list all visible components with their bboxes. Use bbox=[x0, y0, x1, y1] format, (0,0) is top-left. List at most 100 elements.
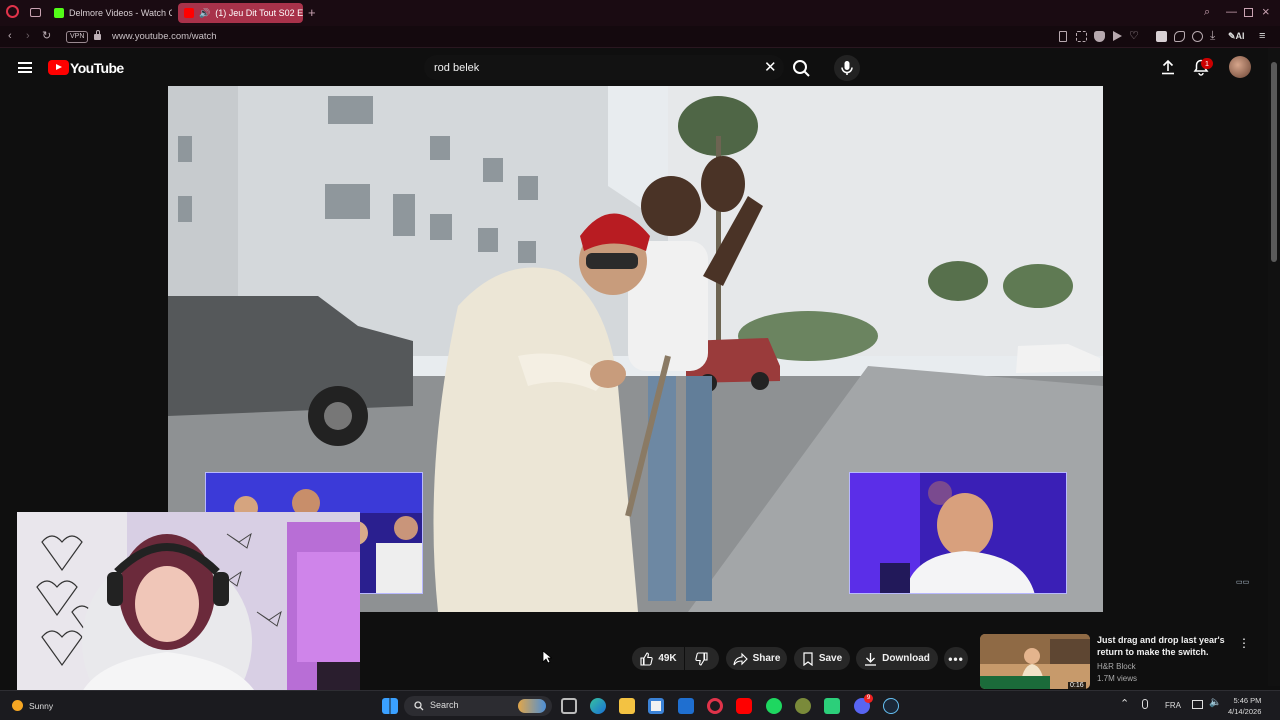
windows-start-icon[interactable] bbox=[382, 698, 398, 714]
weather-widget[interactable]: Sunny bbox=[12, 700, 53, 711]
taskbar-search-box[interactable] bbox=[404, 696, 552, 716]
download-arrow-icon bbox=[865, 652, 877, 666]
plus-icon[interactable]: + bbox=[308, 5, 316, 20]
maximize-icon[interactable] bbox=[1244, 8, 1253, 17]
hamburger-menu-icon[interactable] bbox=[18, 62, 32, 73]
forward-icon[interactable]: › bbox=[26, 30, 30, 42]
kick-favicon-icon bbox=[54, 8, 64, 18]
recommended-channel[interactable]: H&R Block bbox=[1097, 662, 1136, 671]
weather-label: Sunny bbox=[29, 700, 54, 711]
more-actions-button[interactable]: ••• bbox=[944, 647, 968, 670]
ai-button[interactable]: ✎AI bbox=[1228, 31, 1245, 42]
opera-logo-icon[interactable] bbox=[6, 5, 19, 18]
microphone-icon bbox=[841, 61, 853, 75]
ai-label: AI bbox=[1235, 31, 1245, 41]
workspaces-icon[interactable] bbox=[30, 8, 41, 17]
webcam-image bbox=[17, 512, 360, 705]
search-box[interactable]: ✕ bbox=[424, 55, 784, 80]
microphone-tray-icon[interactable] bbox=[1142, 699, 1148, 709]
profile-icon[interactable] bbox=[1192, 31, 1203, 42]
download-icon[interactable]: ⤓ bbox=[1210, 28, 1215, 43]
upload-icon bbox=[1162, 59, 1174, 75]
tab-label: (1) Jeu Dit Tout S02 Ep bbox=[215, 8, 303, 18]
recommended-duration: 0:16 bbox=[1068, 682, 1086, 689]
notification-count-badge: 1 bbox=[1201, 58, 1213, 69]
taskbar-search-label: Search bbox=[430, 700, 459, 710]
recommended-thumbnail[interactable] bbox=[980, 634, 1090, 689]
recommended-views: 1.7M views bbox=[1097, 674, 1138, 683]
search-highlight-icon bbox=[518, 699, 546, 713]
discord-badge: 9 bbox=[864, 694, 873, 703]
extensions-icon[interactable] bbox=[1174, 31, 1185, 42]
like-count: 49K bbox=[658, 653, 677, 664]
download-label: Download bbox=[882, 653, 930, 664]
search-icon bbox=[793, 60, 810, 77]
bookmark-icon bbox=[803, 651, 813, 666]
search-button[interactable] bbox=[788, 56, 814, 80]
share-icon bbox=[733, 652, 748, 665]
scrollbar-thumb[interactable] bbox=[1271, 62, 1277, 262]
minimize-icon[interactable]: — bbox=[1226, 6, 1237, 18]
voice-search-button[interactable] bbox=[834, 55, 860, 81]
like-button[interactable]: 49K bbox=[632, 647, 684, 670]
tab-youtube-jeu-dit-tout[interactable]: 🔊 (1) Jeu Dit Tout S02 Ep bbox=[178, 3, 303, 23]
share-button[interactable]: Share bbox=[726, 647, 787, 670]
reload-icon[interactable]: ↻ bbox=[42, 29, 51, 42]
volume-icon[interactable]: 🔈 bbox=[1209, 697, 1221, 708]
save-label: Save bbox=[818, 653, 843, 664]
pin-icon[interactable] bbox=[1059, 31, 1067, 42]
vpn-badge[interactable]: VPN bbox=[66, 31, 89, 43]
mail-icon[interactable] bbox=[678, 698, 694, 714]
channel-watermark[interactable]: ▭▭ bbox=[1236, 578, 1249, 586]
taskbar-clock[interactable]: 5:46 PM 4/14/2026 bbox=[1228, 695, 1261, 717]
speaker-icon[interactable]: 🔊 bbox=[199, 8, 210, 19]
back-icon[interactable]: ‹ bbox=[8, 30, 12, 42]
youtube-logo-text[interactable]: YouTube bbox=[70, 60, 124, 76]
youtube-taskbar-icon[interactable] bbox=[736, 698, 752, 714]
pocket-icon[interactable] bbox=[1094, 31, 1105, 42]
tab-delmore-videos[interactable]: Delmore Videos - Watch C bbox=[48, 3, 172, 23]
edge-icon[interactable] bbox=[590, 698, 606, 714]
dislike-button[interactable] bbox=[685, 647, 719, 670]
steam-icon[interactable] bbox=[883, 698, 899, 714]
app-green-icon[interactable] bbox=[824, 698, 840, 714]
snapshot-icon[interactable] bbox=[1076, 31, 1087, 42]
spotify-icon[interactable] bbox=[766, 698, 782, 714]
create-upload-button[interactable] bbox=[1160, 59, 1176, 75]
app-globe-icon[interactable] bbox=[795, 698, 811, 714]
url-field[interactable]: www.youtube.com/watch bbox=[112, 31, 217, 42]
input-language[interactable]: FRA bbox=[1165, 701, 1181, 710]
browser-tab-strip: Delmore Videos - Watch C 🔊 (1) Jeu Dit T… bbox=[0, 0, 1280, 26]
search-input[interactable] bbox=[434, 59, 734, 76]
recommended-title[interactable]: Just drag and drop last year's return to… bbox=[1097, 634, 1227, 658]
sun-icon bbox=[12, 700, 23, 711]
ai-sparkle-icon: ✎ bbox=[1228, 31, 1236, 41]
play-icon[interactable] bbox=[1113, 31, 1122, 41]
network-icon[interactable] bbox=[1192, 700, 1203, 709]
pip-right-image bbox=[850, 473, 1066, 593]
task-view-icon[interactable] bbox=[561, 698, 577, 714]
page-scrollbar[interactable] bbox=[1268, 48, 1280, 686]
heart-icon[interactable]: ♡ bbox=[1129, 29, 1139, 42]
file-explorer-icon[interactable] bbox=[619, 698, 635, 714]
download-button[interactable]: Download bbox=[856, 647, 938, 670]
windows-taskbar: Sunny Search 9 ⌃ FRA 🔈 5:46 PM 4/14/2026 bbox=[0, 690, 1280, 720]
youtube-logo-icon[interactable] bbox=[48, 60, 69, 75]
save-button[interactable]: Save bbox=[794, 647, 850, 670]
streamer-webcam bbox=[17, 512, 360, 705]
search-tabs-icon[interactable]: ⌕ bbox=[1204, 6, 1210, 19]
pip-right-reaction bbox=[849, 472, 1067, 594]
extension-box-icon[interactable] bbox=[1156, 31, 1167, 42]
opera-taskbar-icon[interactable] bbox=[707, 698, 723, 714]
more-vertical-icon[interactable]: ⋮ bbox=[1238, 636, 1250, 650]
store-icon[interactable] bbox=[648, 698, 664, 714]
recommended-thumbnail-image bbox=[980, 634, 1090, 689]
thumbs-down-icon bbox=[695, 651, 708, 666]
menu-icon[interactable]: ≡ bbox=[1259, 30, 1265, 42]
close-window-icon[interactable]: × bbox=[1262, 4, 1270, 19]
clock-date: 4/14/2026 bbox=[1228, 707, 1262, 716]
more-horizontal-icon: ••• bbox=[948, 651, 964, 666]
account-avatar[interactable] bbox=[1229, 56, 1251, 78]
chevron-up-icon[interactable]: ⌃ bbox=[1120, 697, 1129, 710]
clear-search-icon[interactable]: ✕ bbox=[764, 58, 777, 76]
